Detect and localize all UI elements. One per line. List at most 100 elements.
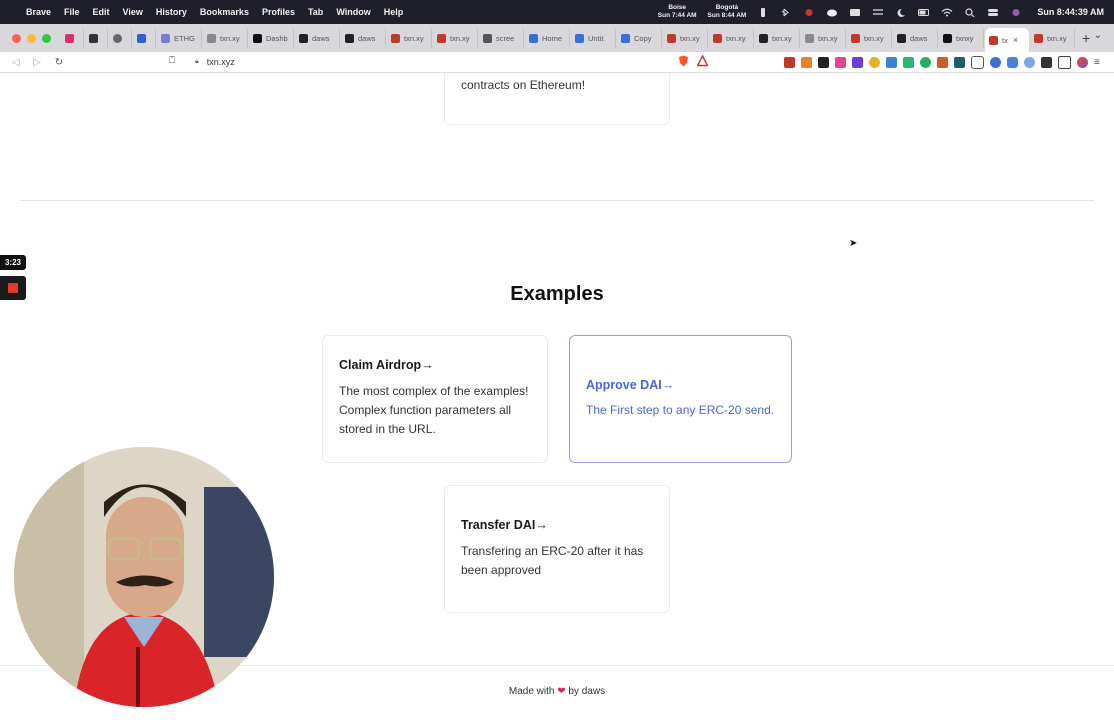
browser-tab[interactable]: txn.xy xyxy=(433,28,478,48)
control-sliders-icon[interactable] xyxy=(872,8,884,17)
browser-tab[interactable]: scree xyxy=(479,28,524,48)
menu-bookmarks[interactable]: Bookmarks xyxy=(200,7,249,17)
heart-icon: ❤ xyxy=(557,686,566,697)
webcam-person-image xyxy=(14,447,274,707)
menu-window[interactable]: Window xyxy=(336,7,370,17)
tab-label: txn.xy xyxy=(1047,33,1067,43)
wifi-icon[interactable] xyxy=(941,8,953,17)
close-tab-icon[interactable]: × xyxy=(1013,35,1018,45)
browser-tab[interactable]: daws xyxy=(893,28,938,48)
zoom-window-button[interactable] xyxy=(42,33,51,43)
browser-tab[interactable]: txnxy xyxy=(939,28,984,48)
transfer-dai-title[interactable]: Transfer DAI→ xyxy=(461,518,653,532)
browser-tab[interactable]: Dashb xyxy=(249,28,294,48)
extension-15-icon[interactable] xyxy=(1024,57,1035,68)
pinned-tab-3[interactable] xyxy=(109,28,132,48)
browser-tab[interactable]: daws xyxy=(295,28,340,48)
card-icon[interactable] xyxy=(849,8,861,17)
pinned-tab-favicon xyxy=(65,33,74,43)
extension-13-icon[interactable] xyxy=(990,57,1001,68)
control-center-icon[interactable] xyxy=(987,8,999,17)
lock-icon[interactable]: 🔒︎ xyxy=(195,58,199,66)
cloud-icon[interactable] xyxy=(826,8,838,17)
approve-dai-card[interactable]: Approve DAI→ The First step to any ERC-2… xyxy=(569,335,792,463)
browser-tab[interactable]: Untit xyxy=(571,28,616,48)
tab-active[interactable]: tx × xyxy=(985,28,1029,52)
approve-dai-title[interactable]: Approve DAI→ xyxy=(586,378,775,392)
pinned-tab-2[interactable] xyxy=(85,28,108,48)
extensions-puzzle-icon[interactable] xyxy=(1041,57,1052,68)
menu-file[interactable]: File xyxy=(64,7,80,17)
browser-tab[interactable]: txn.xy xyxy=(1030,28,1075,48)
menu-app-name[interactable]: Brave xyxy=(26,7,51,17)
browser-tab[interactable]: txn.xy xyxy=(663,28,708,48)
pinned-tab[interactable] xyxy=(61,28,84,48)
browser-tab[interactable]: txn.xy xyxy=(203,28,248,48)
menu-profiles[interactable]: Profiles xyxy=(262,7,295,17)
zoom-extension-icon[interactable] xyxy=(1007,57,1018,68)
menu-tab[interactable]: Tab xyxy=(308,7,323,17)
grammarly-icon[interactable] xyxy=(920,57,931,68)
world-clock-bogota[interactable]: Bogotá Sun 8:44 AM xyxy=(708,4,747,20)
tab-favicon-icon xyxy=(207,33,216,43)
browser-tab[interactable]: Copy xyxy=(617,28,662,48)
extension-8-icon[interactable] xyxy=(903,57,914,68)
browser-tab[interactable]: txn.xy xyxy=(801,28,846,48)
minimize-window-button[interactable] xyxy=(27,33,36,43)
metamask-fox-icon[interactable] xyxy=(801,57,812,68)
siri-icon[interactable] xyxy=(1010,8,1022,17)
menu-help[interactable]: Help xyxy=(384,7,404,17)
tab-search-chevron-icon[interactable]: ⌄ xyxy=(1094,30,1102,41)
extension-1-icon[interactable] xyxy=(784,57,795,68)
claim-airdrop-card[interactable]: Claim Airdrop→ The most complex of the e… xyxy=(322,335,548,463)
extension-3-icon[interactable] xyxy=(818,57,829,68)
menu-history[interactable]: History xyxy=(156,7,187,17)
spotlight-search-icon[interactable] xyxy=(964,7,976,17)
menu-hamburger-icon[interactable]: ≡ xyxy=(1094,57,1102,68)
back-arrow-icon[interactable]: ◁ xyxy=(11,57,21,68)
browser-tab[interactable]: ETHG xyxy=(157,28,202,48)
browser-tab[interactable]: txn.xy xyxy=(709,28,754,48)
pinned-tab-4[interactable] xyxy=(133,28,156,48)
browser-tab[interactable]: daws xyxy=(341,28,386,48)
extensions-area: ≡ xyxy=(784,56,1102,69)
shield-extension-icon[interactable] xyxy=(971,56,984,69)
top-example-card[interactable]: contracts on Ethereum! xyxy=(444,73,670,125)
recording-indicator-icon[interactable] xyxy=(803,8,815,17)
stop-recording-button[interactable] xyxy=(0,276,26,300)
browser-tab[interactable]: txn.xy xyxy=(755,28,800,48)
menu-edit[interactable]: Edit xyxy=(93,7,110,17)
menu-view[interactable]: View xyxy=(123,7,143,17)
brave-shields-icon[interactable] xyxy=(678,55,689,67)
world-clock-boise[interactable]: Boise Sun 7:44 AM xyxy=(658,4,697,20)
extension-6-icon[interactable] xyxy=(869,57,880,68)
address-bar[interactable]: 🔒︎ txn.xyz xyxy=(188,54,672,70)
sidebar-toggle-icon[interactable] xyxy=(1058,56,1071,69)
browser-tab[interactable]: txn.xy xyxy=(847,28,892,48)
extension-10-icon[interactable] xyxy=(937,57,948,68)
battery-status-icon[interactable] xyxy=(757,7,769,17)
bookmark-icon[interactable]: ⍞ xyxy=(169,55,175,66)
extension-7-icon[interactable] xyxy=(886,57,897,68)
new-tab-plus-icon[interactable]: + xyxy=(1082,30,1090,46)
moon-icon[interactable] xyxy=(895,8,907,17)
close-window-button[interactable] xyxy=(12,33,21,43)
menubar-datetime[interactable]: Sun 8:44:39 AM xyxy=(1037,7,1104,17)
tab-label: txn.xy xyxy=(818,33,838,43)
bluetooth-icon[interactable] xyxy=(780,8,792,17)
forward-arrow-icon[interactable]: ▷ xyxy=(32,57,42,68)
extension-5-icon[interactable] xyxy=(852,57,863,68)
url-text[interactable]: txn.xyz xyxy=(207,57,235,67)
profile-avatar[interactable] xyxy=(1077,57,1088,68)
tab-list: ETHG txn.xy Dashb daws daws txn.xy txn.xy scree… xyxy=(61,24,1076,52)
browser-tab[interactable]: Home xyxy=(525,28,570,48)
reload-icon[interactable]: ↻ xyxy=(54,57,64,68)
battery-icon[interactable] xyxy=(918,8,930,17)
transfer-dai-card[interactable]: Transfer DAI→ Transfering an ERC-20 afte… xyxy=(444,485,670,613)
browser-tab[interactable]: txn.xy xyxy=(387,28,432,48)
tab-favicon-icon xyxy=(299,33,308,43)
brave-rewards-icon[interactable] xyxy=(697,55,708,67)
claim-airdrop-title[interactable]: Claim Airdrop→ xyxy=(339,358,531,372)
extension-4-icon[interactable] xyxy=(835,57,846,68)
extension-11-icon[interactable] xyxy=(954,57,965,68)
